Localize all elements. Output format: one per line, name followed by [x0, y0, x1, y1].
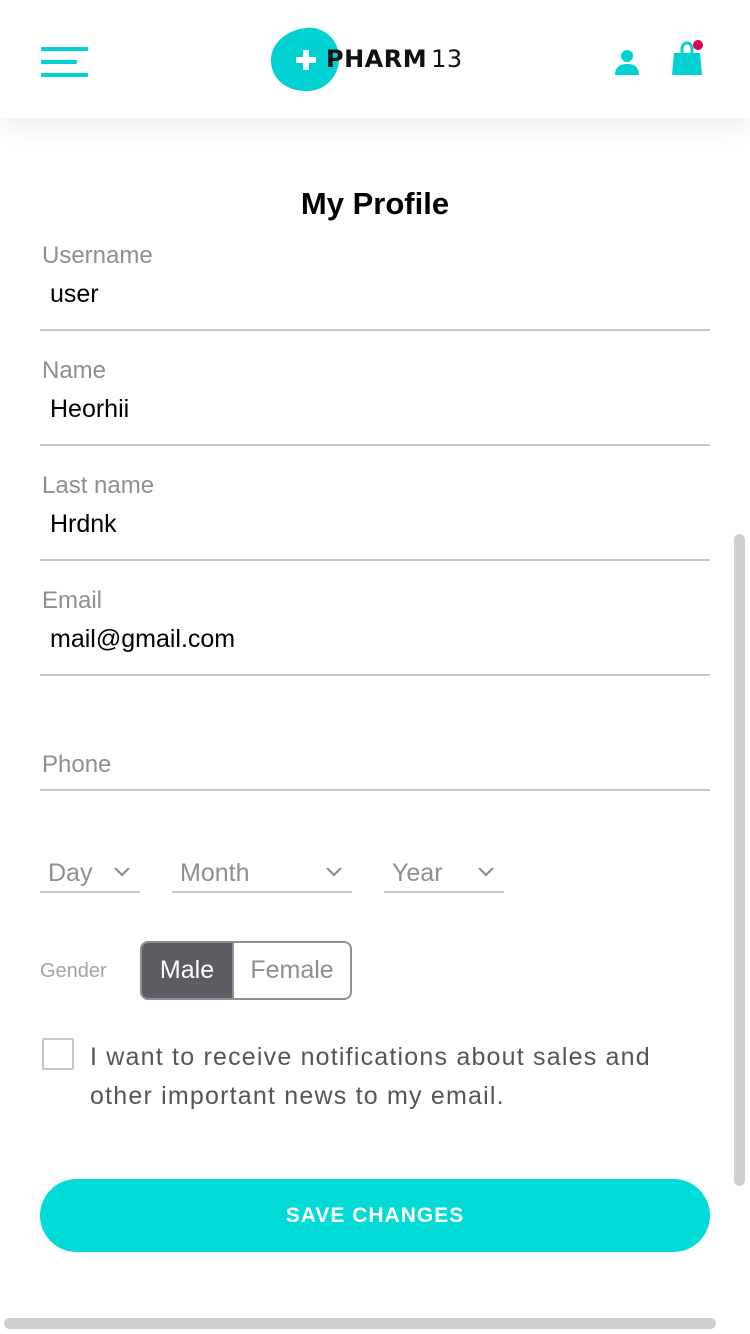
horizontal-scrollbar[interactable]: [4, 1318, 716, 1329]
user-icon[interactable]: [613, 48, 641, 76]
phone-field[interactable]: Phone: [40, 745, 710, 791]
gender-label: Gender: [40, 960, 107, 982]
vertical-scrollbar[interactable]: [734, 534, 745, 1186]
birth-day-select[interactable]: Day: [40, 855, 140, 893]
brand-name: PHARM 13: [326, 45, 463, 73]
notifications-checkbox[interactable]: [42, 1038, 74, 1070]
gender-male-option[interactable]: Male: [142, 943, 234, 998]
username-label: Username: [42, 242, 153, 269]
username-field[interactable]: Username: [40, 240, 710, 331]
notifications-label: I want to receive notifications about sa…: [90, 1043, 651, 1110]
last-name-input[interactable]: [50, 510, 690, 539]
birth-month-value: Month: [180, 859, 250, 887]
birth-year-value: Year: [392, 859, 443, 887]
name-input[interactable]: [50, 395, 690, 424]
app-header: PHARM 13: [0, 0, 750, 118]
birth-month-select[interactable]: Month: [172, 855, 352, 893]
gender-toggle: Male Female: [140, 941, 352, 1000]
chevron-down-icon: [478, 867, 494, 877]
cart-badge: [693, 40, 703, 50]
brand-logo[interactable]: PHARM 13: [270, 26, 480, 92]
chevron-down-icon: [326, 867, 342, 877]
email-field[interactable]: Email: [40, 585, 710, 676]
hamburger-menu-icon[interactable]: [41, 47, 89, 79]
name-label: Name: [42, 357, 107, 384]
shopping-bag-icon[interactable]: [672, 38, 706, 78]
name-field[interactable]: Name: [40, 355, 710, 446]
email-label: Email: [42, 587, 103, 614]
save-changes-button[interactable]: SAVE CHANGES: [40, 1179, 710, 1252]
email-input[interactable]: [50, 625, 690, 654]
chevron-down-icon: [114, 867, 130, 877]
birth-day-value: Day: [48, 859, 93, 887]
username-input[interactable]: [50, 280, 690, 309]
birth-year-select[interactable]: Year: [384, 855, 504, 893]
page-title: My Profile: [300, 186, 450, 221]
last-name-field[interactable]: Last name: [40, 470, 710, 561]
phone-input[interactable]: [50, 751, 690, 780]
gender-female-option[interactable]: Female: [234, 943, 350, 998]
last-name-label: Last name: [42, 472, 155, 499]
